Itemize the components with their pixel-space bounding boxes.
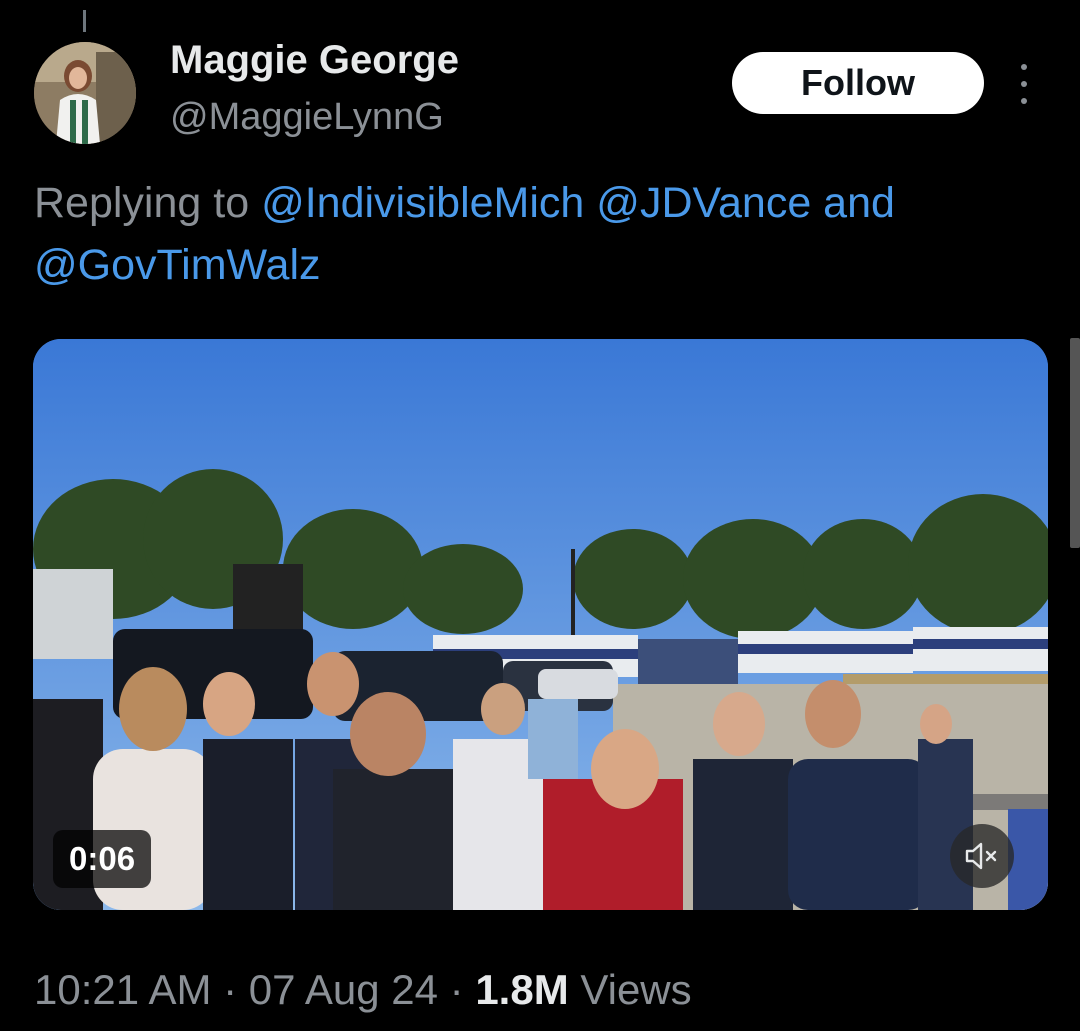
avatar[interactable]	[34, 42, 136, 144]
mention-govtimwalz[interactable]: @GovTimWalz	[34, 241, 321, 289]
meta-separator: ·	[211, 966, 249, 1013]
tweet-date[interactable]: 07 Aug 24	[249, 966, 438, 1013]
scrollbar[interactable]	[1070, 338, 1080, 548]
thread-connector-line	[83, 10, 86, 32]
mute-icon[interactable]	[950, 824, 1014, 888]
video-player[interactable]: 0:06	[33, 339, 1048, 910]
views-label: Views	[568, 966, 692, 1013]
tweet-time[interactable]: 10:21 AM	[34, 966, 211, 1013]
tweet-meta: 10:21 AM · 07 Aug 24 · 1.8M Views	[34, 966, 692, 1014]
more-options-icon[interactable]	[1012, 64, 1036, 104]
speaker-muted-icon	[965, 842, 997, 870]
mention-indivisiblemich[interactable]: @IndivisibleMich	[261, 179, 584, 227]
replying-to-and: and	[811, 179, 895, 227]
meta-separator-2: ·	[437, 966, 476, 1013]
video-duration: 0:06	[53, 830, 152, 888]
avatar-image	[34, 42, 136, 144]
follow-button[interactable]: Follow	[732, 52, 984, 114]
video-frame	[33, 339, 1048, 910]
views-count: 1.8M	[475, 966, 569, 1013]
replying-to-label: Replying to	[34, 179, 262, 227]
author-handle[interactable]: @MaggieLynnG	[170, 96, 444, 139]
mention-jdvance[interactable]: @JDVance	[596, 179, 811, 227]
replying-to: Replying to @IndivisibleMich @JDVance an…	[34, 172, 1034, 296]
author-name[interactable]: Maggie George	[170, 38, 459, 83]
